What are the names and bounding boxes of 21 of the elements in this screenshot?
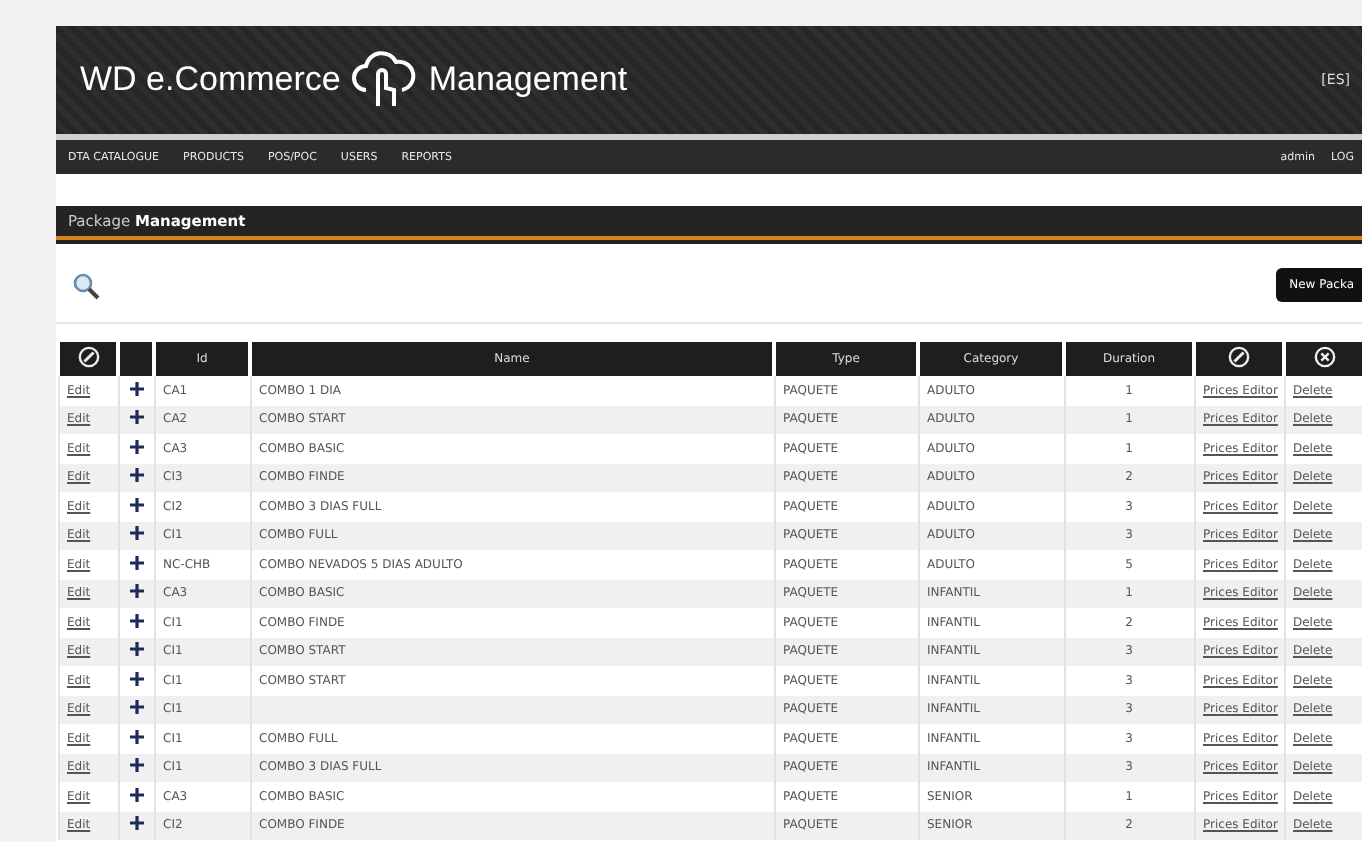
plus-icon[interactable]: [129, 555, 143, 570]
plus-icon[interactable]: [129, 381, 143, 396]
plus-icon[interactable]: [129, 758, 143, 773]
plus-icon[interactable]: [129, 526, 143, 541]
brand-text: Management: [428, 60, 628, 100]
search-icon[interactable]: [72, 271, 100, 299]
plus-icon[interactable]: [129, 439, 143, 454]
plus-icon[interactable]: [129, 729, 143, 744]
plus-icon[interactable]: [129, 497, 143, 512]
plus-icon[interactable]: [129, 816, 143, 831]
plus-icon[interactable]: [129, 584, 143, 599]
plus-icon[interactable]: [129, 613, 143, 628]
plus-icon[interactable]: [129, 410, 143, 425]
delete-header-icon: [1314, 346, 1336, 368]
plus-icon[interactable]: [129, 642, 143, 657]
brand-text: WD e.Commerce: [80, 60, 341, 100]
plus-icon[interactable]: [129, 700, 143, 715]
plus-icon[interactable]: [129, 787, 143, 802]
plus-icon[interactable]: [129, 671, 143, 686]
cloud-hand-logo-icon: [348, 50, 421, 110]
plus-icon[interactable]: [129, 468, 143, 483]
